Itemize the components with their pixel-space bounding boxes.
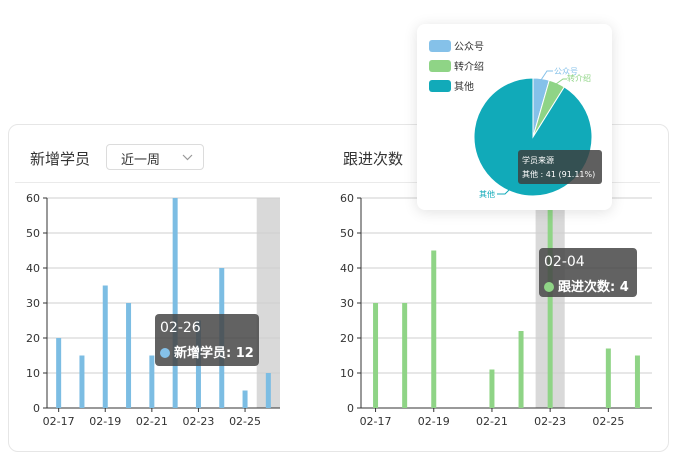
pie-label: 转介绍	[567, 73, 591, 83]
pie-tooltip-value: 其他 : 41 (91.11%)	[522, 170, 596, 179]
label-line	[555, 78, 567, 85]
pie-tooltip-title: 学员来源	[522, 156, 554, 165]
pie-tooltip: 学员来源 其他 : 41 (91.11%)	[518, 150, 602, 184]
pie-label: 其他	[479, 189, 495, 199]
student-source-pie: 公众号转介绍其他	[473, 67, 593, 199]
